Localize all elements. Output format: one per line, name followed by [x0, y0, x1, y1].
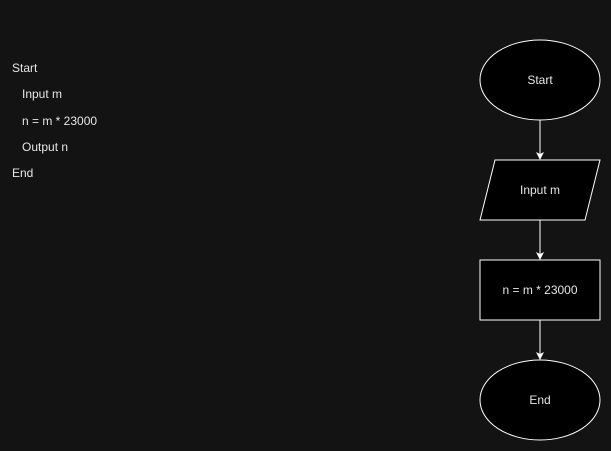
- process-node: n = m * 23000: [479, 259, 601, 321]
- input-node: Input m: [479, 159, 601, 221]
- process-label: n = m * 23000: [502, 283, 577, 297]
- end-terminator: End: [479, 359, 601, 441]
- end-label: End: [529, 393, 550, 407]
- flowchart: Start Input m n = m * 23000 End: [479, 39, 601, 441]
- input-label: Input m: [520, 183, 560, 197]
- start-terminator: Start: [479, 39, 601, 121]
- start-label: Start: [527, 73, 553, 87]
